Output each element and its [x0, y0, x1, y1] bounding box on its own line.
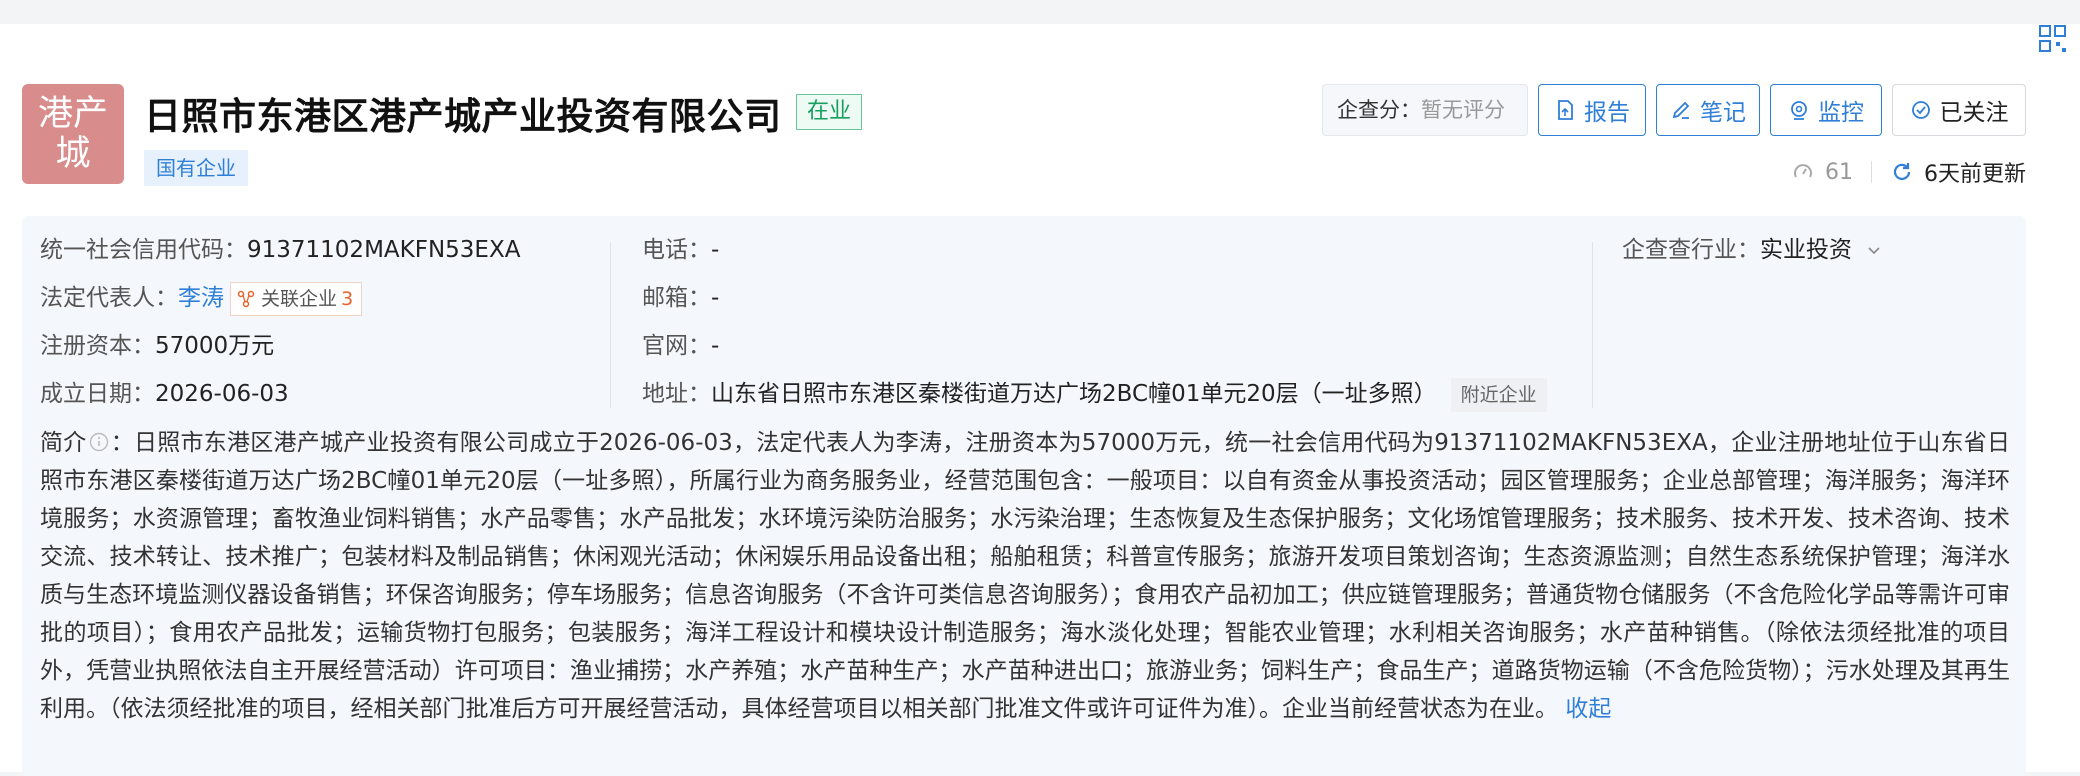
views-icon	[1794, 164, 1812, 178]
meta-row: 61 6天前更新	[1791, 156, 2026, 188]
views-count: 61	[1825, 159, 1853, 185]
related-companies-badge[interactable]: 关联企业 3	[230, 282, 363, 316]
founded-date: 2026-06-03	[155, 381, 289, 407]
capital-value: 57000万元	[155, 333, 275, 359]
company-name: 日照市东港区港产城产业投资有限公司	[144, 95, 782, 138]
report-button[interactable]: 报告	[1538, 84, 1646, 136]
chevron-down-icon	[1868, 247, 1880, 255]
document-icon	[1558, 100, 1573, 120]
legal-rep-link[interactable]: 李涛	[178, 285, 224, 311]
company-header-card: 港产城 日照市东港区港产城产业投资有限公司 在业 国有企业 企查分：暂无评分 报…	[0, 24, 2080, 776]
divider	[1592, 242, 1593, 408]
email-row: 邮箱：-	[642, 285, 720, 311]
address-value[interactable]: 山东省日照市东港区秦楼街道万达广场2BC幢01单元20层（一址多照）	[711, 381, 1437, 407]
status-badge: 在业	[796, 94, 863, 130]
website-value: -	[711, 333, 720, 359]
collapse-link[interactable]: 收起	[1565, 696, 1611, 722]
industry-row[interactable]: 企查查行业：实业投资	[1622, 234, 1883, 266]
credit-code-row: 统一社会信用代码：91371102MAKFN53EXA	[40, 237, 521, 263]
capital-row: 注册资本：57000万元	[40, 333, 275, 359]
address-row: 地址：山东省日照市东港区秦楼街道万达广场2BC幢01单元20层（一址多照） 附近企…	[642, 378, 1547, 412]
divider	[610, 242, 611, 408]
divider	[1871, 161, 1872, 183]
score-label: 企查分：	[1337, 98, 1421, 122]
company-type-tag[interactable]: 国有企业	[144, 150, 248, 186]
phone-value: -	[711, 237, 720, 263]
credit-code[interactable]: 91371102MAKFN53EXA	[247, 237, 520, 263]
update-time: 6天前更新	[1924, 162, 2026, 187]
monitor-icon	[1791, 101, 1807, 120]
check-circle-icon	[1911, 101, 1930, 119]
score-value: 暂无评分	[1421, 98, 1505, 122]
website-row: 官网：-	[642, 333, 720, 359]
company-logo: 港产城	[22, 84, 124, 184]
score-box[interactable]: 企查分：暂无评分	[1322, 84, 1528, 136]
notes-button[interactable]: 笔记	[1656, 84, 1760, 136]
legal-rep-row: 法定代表人：李涛 关联企业 3	[40, 282, 363, 316]
info-panel: 统一社会信用代码：91371102MAKFN53EXA 法定代表人：李涛 关联企…	[22, 216, 2026, 776]
pen-icon	[1672, 101, 1690, 119]
follow-button[interactable]: 已关注	[1892, 84, 2026, 136]
industry-value: 实业投资	[1760, 237, 1852, 263]
qr-code-icon[interactable]	[2038, 24, 2068, 54]
email-value: -	[711, 285, 720, 311]
refresh-icon[interactable]	[1890, 160, 1914, 184]
phone-row: 电话：-	[642, 237, 720, 263]
founded-row: 成立日期：2026-06-03	[40, 381, 289, 407]
info-icon[interactable]	[89, 432, 109, 452]
company-intro: 简介 ：日照市东港区港产城产业投资有限公司成立于2026-06-03，法定代表人为…	[40, 430, 2011, 722]
monitor-button[interactable]: 监控	[1770, 84, 1882, 136]
nearby-companies-button[interactable]: 附近企业	[1450, 378, 1547, 412]
intro-text: 日照市东港区港产城产业投资有限公司成立于2026-06-03，法定代表人为李涛，…	[40, 430, 2011, 722]
related-icon	[237, 290, 255, 308]
